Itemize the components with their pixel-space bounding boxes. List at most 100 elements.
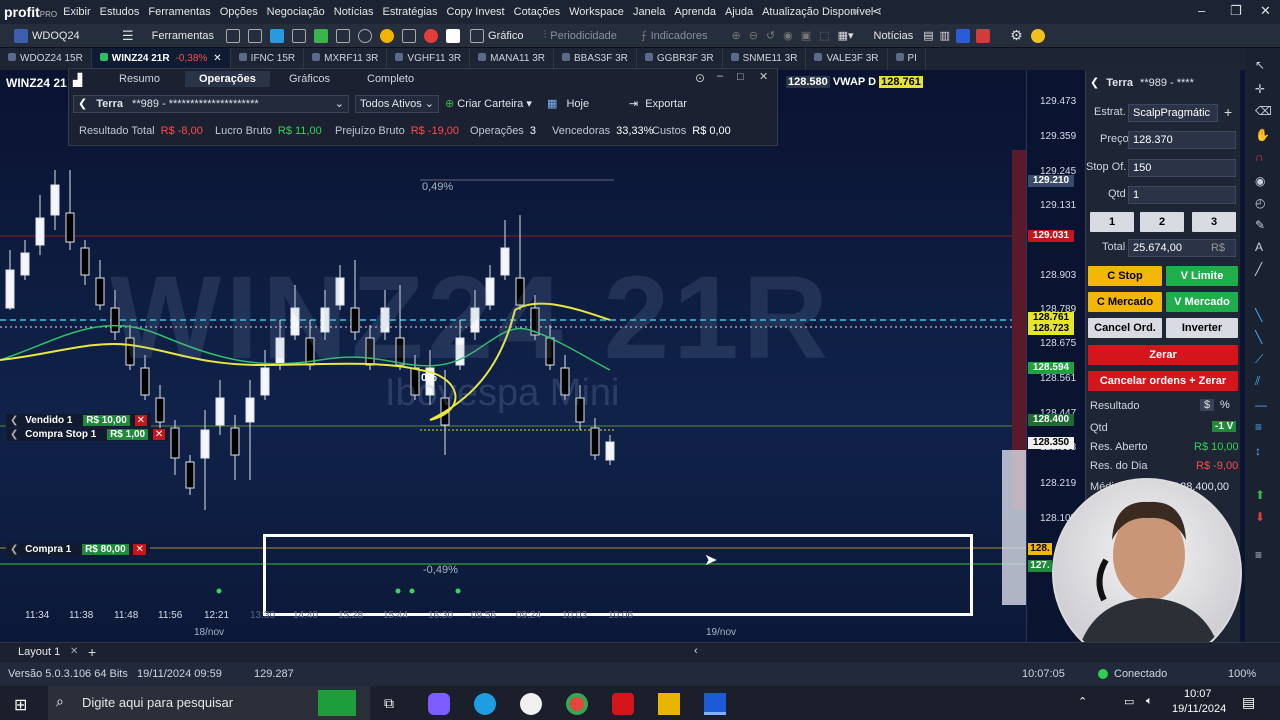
menu-icon[interactable]: ≡ <box>1255 548 1269 562</box>
windows-start-icon[interactable]: ⊞ <box>14 695 27 715</box>
panel-maximize-icon[interactable]: □ <box>737 71 744 83</box>
account-selector[interactable]: ❮ Terra **989 - ********************* ⌄ <box>73 95 349 113</box>
order-close-icon[interactable]: ✕ <box>134 415 147 426</box>
menu-item[interactable]: Opções <box>220 6 258 18</box>
options-icon[interactable]: ⊙ <box>695 71 705 85</box>
menu-item[interactable]: Exibir <box>63 6 91 18</box>
order-tag-vendido[interactable]: ❮ Vendido 1 R$ 10,00 ✕ <box>6 414 151 427</box>
line-icon[interactable]: ╲ <box>1255 308 1269 322</box>
ray-icon[interactable]: ╲ <box>1255 330 1269 344</box>
panel-icon[interactable] <box>270 28 285 43</box>
save-icon[interactable]: ▣ <box>801 29 811 42</box>
qty-button-1[interactable]: 1 <box>1090 212 1134 232</box>
scroll-left-icon[interactable]: ‹ <box>694 645 698 657</box>
qty-button-3[interactable]: 3 <box>1192 212 1236 232</box>
chart-tab[interactable]: MANA11 3R <box>470 48 554 70</box>
layout-icon[interactable] <box>248 28 263 43</box>
green-grid-icon[interactable] <box>314 28 329 43</box>
menu-item[interactable]: Workspace <box>569 6 624 18</box>
qtd-field[interactable]: 1 <box>1128 186 1236 204</box>
maximize-icon[interactable]: ❐ <box>1230 3 1242 19</box>
layout-grid-icon[interactable]: ▦▾ <box>838 29 854 42</box>
chat-icon[interactable] <box>424 28 439 43</box>
eye-icon[interactable]: ◉ <box>1255 174 1269 188</box>
chart-tab[interactable]: PI <box>888 48 926 70</box>
hoje-button[interactable]: ▦ Hoje <box>547 97 589 110</box>
menu-item[interactable]: Estudos <box>100 6 140 18</box>
indicadores-button[interactable]: Indicadores <box>651 30 708 42</box>
symbol-selector[interactable]: WDOQ24 <box>32 30 122 42</box>
cancelar-zerar-button[interactable]: Cancelar ordens + Zerar <box>1088 371 1238 391</box>
list-icon[interactable]: ☰ <box>122 28 134 44</box>
chart-tab[interactable]: SNME11 3R <box>723 48 807 70</box>
red-app-icon[interactable] <box>612 693 634 715</box>
c-stop-button[interactable]: C Stop <box>1088 266 1162 286</box>
network-icon[interactable]: ▭ <box>1124 695 1134 708</box>
vline-icon[interactable]: ↕ <box>1255 444 1269 458</box>
clock-icon[interactable] <box>380 28 395 43</box>
zoom-in-icon[interactable]: ⊕ <box>732 29 741 42</box>
chart-tab[interactable]: BBAS3F 3R <box>554 48 637 70</box>
chart-tab[interactable]: WDOZ24 15R <box>0 48 92 70</box>
cursor-icon[interactable]: ↖ <box>1255 58 1269 72</box>
filter-selector[interactable]: Todos Ativos ⌄ <box>355 95 439 113</box>
text-icon[interactable]: A <box>1255 240 1269 254</box>
tab-operacoes[interactable]: Operações <box>185 71 270 87</box>
close-icon[interactable]: ✕ <box>1260 3 1271 19</box>
menu-item[interactable]: Ferramentas <box>148 6 210 18</box>
task-view-icon[interactable]: ⧉ <box>384 695 394 712</box>
order-close-icon[interactable]: ✕ <box>152 429 166 440</box>
noticias-button[interactable]: Notícias <box>874 30 914 42</box>
cross-icon[interactable] <box>446 28 461 43</box>
frame-icon[interactable]: ⬚ <box>819 29 829 42</box>
order-close-icon[interactable]: ✕ <box>133 544 146 555</box>
table-icon[interactable]: ▥ <box>940 29 950 42</box>
inverter-button[interactable]: Inverter <box>1166 318 1238 338</box>
v-limite-button[interactable]: V Limite <box>1166 266 1238 286</box>
hand-icon[interactable]: ✋ <box>1255 128 1270 142</box>
profit-app-icon[interactable] <box>704 693 726 715</box>
five-app-icon[interactable] <box>658 693 680 715</box>
chart-tab[interactable]: MXRF11 3R <box>304 48 388 70</box>
notification-icon[interactable]: ▤ <box>1242 694 1255 711</box>
app-icon[interactable] <box>520 693 542 715</box>
menu-item[interactable]: Janela <box>633 6 665 18</box>
tv-icon[interactable] <box>956 28 971 43</box>
timer-icon[interactable]: ◴ <box>1255 196 1269 210</box>
tab-completo[interactable]: Completo <box>367 73 414 85</box>
copilot-icon[interactable] <box>428 693 450 715</box>
chart-small-icon[interactable] <box>336 28 351 43</box>
magnet-icon[interactable]: ∩ <box>1255 150 1269 164</box>
add-layout-icon[interactable]: + <box>88 644 96 660</box>
cancel-ord-button[interactable]: Cancel Ord. <box>1088 318 1162 338</box>
camera-icon[interactable]: ◉ <box>783 29 793 42</box>
tab-close-icon[interactable]: ✕ <box>213 53 221 64</box>
zoom-out-icon[interactable]: ⊖ <box>749 29 758 42</box>
c-mercado-button[interactable]: C Mercado <box>1088 292 1162 312</box>
order-tag-compra-stop[interactable]: ❮ Compra Stop 1 R$ 1,00 ✕ <box>6 428 170 441</box>
store-icon[interactable] <box>976 28 991 43</box>
menu-item[interactable]: Cotações <box>514 6 560 18</box>
currency-toggle[interactable]: $ <box>1200 399 1215 411</box>
doc-icon[interactable]: ▤ <box>923 29 933 42</box>
chart-tab[interactable]: IFNC 15R <box>231 48 305 70</box>
tools-icon[interactable] <box>402 28 417 43</box>
periodicidade-button[interactable]: Periodicidade <box>550 30 617 42</box>
brush-icon[interactable]: ╱ <box>1255 262 1269 276</box>
settings-icon[interactable]: ⚙ <box>1010 27 1023 44</box>
target-icon[interactable] <box>358 28 373 43</box>
chart-tab[interactable]: VALE3F 3R <box>806 48 888 70</box>
fib-icon[interactable]: ≡ <box>1255 420 1269 434</box>
taskbar-search[interactable]: ⌕ Digite aqui para pesquisar <box>48 686 370 720</box>
arrow-down-icon[interactable]: ⬇ <box>1255 510 1269 524</box>
tab-graficos[interactable]: Gráficos <box>289 73 330 85</box>
menu-item[interactable]: Aprenda <box>674 6 716 18</box>
minimize-icon[interactable]: – <box>1198 3 1205 18</box>
menu-item[interactable]: Notícias <box>334 6 374 18</box>
volume-icon[interactable]: 🔈︎ <box>1146 695 1153 708</box>
chrome-icon[interactable] <box>566 693 588 715</box>
chart-tab[interactable]: VGHF11 3R <box>387 48 471 70</box>
stop-field[interactable]: 150 <box>1128 159 1236 177</box>
chart-tab[interactable]: WINZ24 21R -0,38% ✕ <box>91 48 231 70</box>
menu-item[interactable]: Ajuda <box>725 6 753 18</box>
